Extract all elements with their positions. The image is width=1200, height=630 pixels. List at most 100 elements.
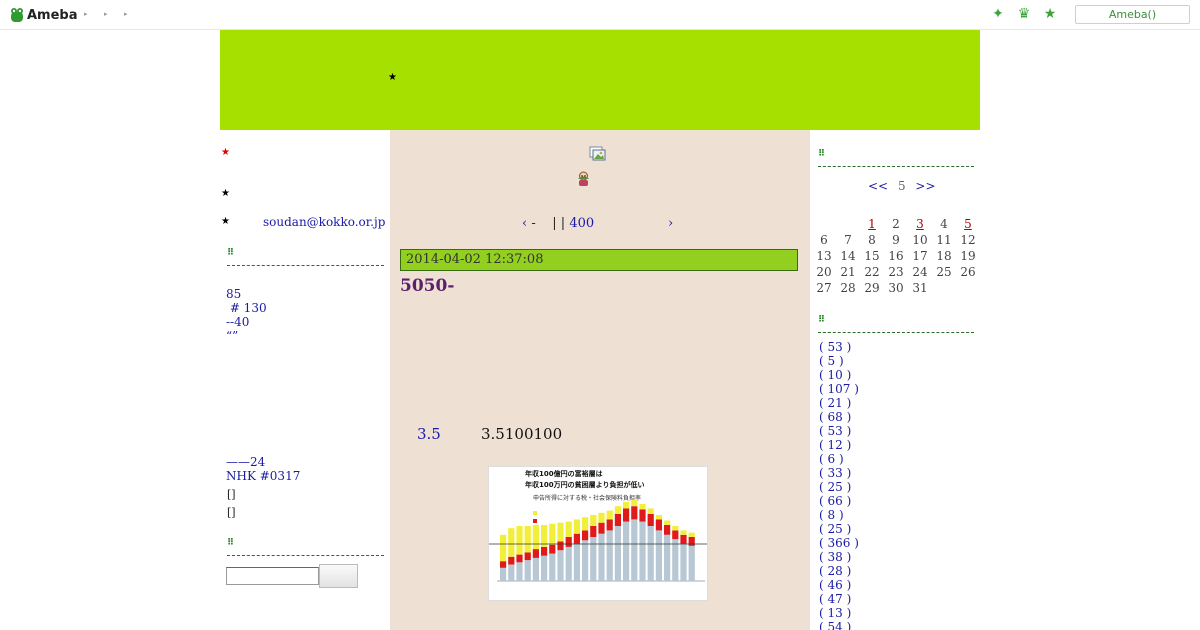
section-bullet-icon: ⠿ bbox=[227, 538, 235, 548]
calendar-day[interactable]: 1 bbox=[860, 217, 884, 231]
profile-line[interactable]: 85 bbox=[226, 287, 267, 301]
theme-count-link[interactable]: ( 68 ) bbox=[819, 410, 859, 424]
nav-arrow-icon[interactable]: ▸ bbox=[124, 10, 144, 18]
right-sidebar: ⠿ << 5 >> 1 2 3 4 5 6 7 8 9 10 11 12 13 14 15 16 17 18 19 2… bbox=[810, 130, 980, 630]
income-tax-bar bbox=[549, 553, 556, 581]
social-insurance-bar bbox=[516, 526, 523, 555]
resident-tax-bar bbox=[532, 549, 539, 558]
entry-list-link[interactable]: 400 bbox=[569, 216, 594, 231]
theme-count-link[interactable]: ( 38 ) bbox=[819, 550, 859, 564]
social-insurance-bar bbox=[598, 512, 605, 523]
social-insurance-bar bbox=[557, 522, 564, 542]
sparkle-icon[interactable]: ✦ bbox=[990, 6, 1006, 22]
theme-count-link[interactable]: ( 13 ) bbox=[819, 606, 859, 620]
theme-count-link[interactable]: ( 6 ) bbox=[819, 452, 859, 466]
income-tax-bar bbox=[623, 521, 630, 581]
next-entry-link[interactable]: › bbox=[668, 216, 673, 231]
social-insurance-bar bbox=[565, 521, 572, 537]
calendar-day: 8 bbox=[868, 233, 876, 247]
entry-title[interactable]: 5050- bbox=[400, 276, 454, 296]
theme-count-link[interactable]: ( 12 ) bbox=[819, 438, 859, 452]
calendar-day: 28 bbox=[840, 281, 856, 295]
crown-icon[interactable]: ♛ bbox=[1016, 6, 1032, 22]
theme-count-link[interactable]: ( 10 ) bbox=[819, 368, 859, 382]
theme-count-link[interactable]: ( 28 ) bbox=[819, 564, 859, 578]
theme-count-link[interactable]: ( 21 ) bbox=[819, 396, 859, 410]
calendar-day: 10 bbox=[912, 233, 928, 247]
user-avatar-icon[interactable] bbox=[575, 170, 592, 187]
theme-count-link[interactable]: ( 53 ) bbox=[819, 424, 859, 438]
star-icon[interactable]: ★ bbox=[1042, 6, 1058, 22]
theme-count-link[interactable]: ( 46 ) bbox=[819, 578, 859, 592]
image-gallery-icon[interactable] bbox=[589, 146, 607, 162]
profile-link[interactable]: NHK #0317 bbox=[226, 469, 300, 483]
nav-arrow-icon[interactable]: ▸ bbox=[84, 10, 104, 18]
contact-email-link[interactable]: soudan@kokko.or.jp bbox=[263, 215, 385, 229]
income-tax-bar bbox=[516, 562, 523, 581]
theme-count-link[interactable]: ( 107 ) bbox=[819, 382, 859, 396]
income-tax-bar bbox=[606, 530, 613, 581]
theme-count-link[interactable]: ( 366 ) bbox=[819, 536, 859, 550]
income-tax-bar bbox=[680, 543, 687, 581]
resident-tax-bar bbox=[508, 556, 515, 565]
theme-count-link[interactable]: ( 25 ) bbox=[819, 522, 859, 536]
profile-link[interactable]: ——24 bbox=[226, 455, 300, 469]
income-tax-bar bbox=[664, 534, 671, 581]
section-bullet-icon: ⠿ bbox=[818, 149, 826, 159]
resident-tax-bar bbox=[655, 519, 662, 531]
ameba-frog-icon bbox=[10, 7, 24, 23]
resident-tax-bar bbox=[631, 506, 638, 520]
theme-count-link[interactable]: ( 8 ) bbox=[819, 508, 859, 522]
theme-count-link[interactable]: ( 47 ) bbox=[819, 592, 859, 606]
social-insurance-bar bbox=[647, 508, 654, 514]
social-insurance-bar bbox=[664, 520, 671, 525]
prev-entry-link[interactable]: ‹ - bbox=[522, 216, 536, 231]
social-insurance-bar bbox=[582, 517, 589, 531]
entry-date-bar: 2014-04-02 12:37:08 bbox=[400, 249, 798, 271]
calendar-day[interactable]: 3 bbox=[908, 217, 932, 231]
nav-arrow-icon[interactable]: ▸ bbox=[104, 10, 124, 18]
profile-links-block: ——24 NHK #0317 bbox=[226, 455, 300, 483]
ameba-account-button[interactable]: Ameba() bbox=[1075, 5, 1190, 24]
theme-count-link[interactable]: ( 53 ) bbox=[819, 340, 859, 354]
chart-subtitle: 申告所得に対する税・社会保険料負担率 bbox=[533, 495, 642, 502]
theme-count-link[interactable]: ( 5 ) bbox=[819, 354, 859, 368]
blog-search-input[interactable] bbox=[226, 567, 319, 585]
calendar-prev-link[interactable]: << bbox=[868, 179, 888, 193]
section-divider bbox=[818, 166, 974, 167]
legend-swatch bbox=[533, 519, 537, 523]
calendar-day: 4 bbox=[940, 217, 948, 231]
resident-tax-bar bbox=[623, 508, 630, 522]
logo-text: Ameba bbox=[27, 7, 78, 23]
pager-separator: | | bbox=[552, 216, 566, 231]
resident-tax-bar bbox=[606, 519, 613, 531]
resident-tax-bar bbox=[590, 526, 597, 537]
header-star-icon: ★ bbox=[388, 72, 397, 83]
income-tax-bar bbox=[532, 557, 539, 581]
profile-line[interactable]: --40 bbox=[226, 315, 267, 329]
social-insurance-bar bbox=[549, 523, 556, 545]
theme-count-link[interactable]: ( 66 ) bbox=[819, 494, 859, 508]
calendar-day: 13 bbox=[816, 249, 832, 263]
resident-tax-bar bbox=[647, 513, 654, 526]
resident-tax-bar bbox=[582, 530, 589, 541]
theme-count-link[interactable]: ( 25 ) bbox=[819, 480, 859, 494]
calendar-day: 6 bbox=[820, 233, 828, 247]
resident-tax-bar bbox=[516, 554, 523, 563]
blog-search-button[interactable] bbox=[319, 564, 358, 588]
income-tax-bar bbox=[565, 546, 572, 581]
theme-count-link[interactable]: ( 33 ) bbox=[819, 466, 859, 480]
income-tax-bar bbox=[541, 555, 548, 581]
resident-tax-bar bbox=[524, 552, 531, 561]
calendar-day[interactable]: 5 bbox=[956, 217, 980, 231]
income-tax-bar bbox=[524, 560, 531, 581]
entry-body-link[interactable]: 3.5 bbox=[417, 425, 441, 443]
ameba-logo[interactable]: Ameba bbox=[10, 6, 78, 24]
entry-chart-image[interactable]: 年収100億円の富裕層は 年収100万円の貧困層より負担が低い 申告所得に対する… bbox=[488, 466, 708, 601]
resident-tax-bar bbox=[557, 541, 564, 551]
calendar-day: 21 bbox=[840, 265, 856, 279]
resident-tax-bar bbox=[565, 537, 572, 547]
theme-count-link[interactable]: ( 54 ) bbox=[819, 620, 859, 630]
calendar-next-link[interactable]: >> bbox=[915, 179, 935, 193]
profile-line[interactable]: # 130 bbox=[226, 301, 267, 315]
